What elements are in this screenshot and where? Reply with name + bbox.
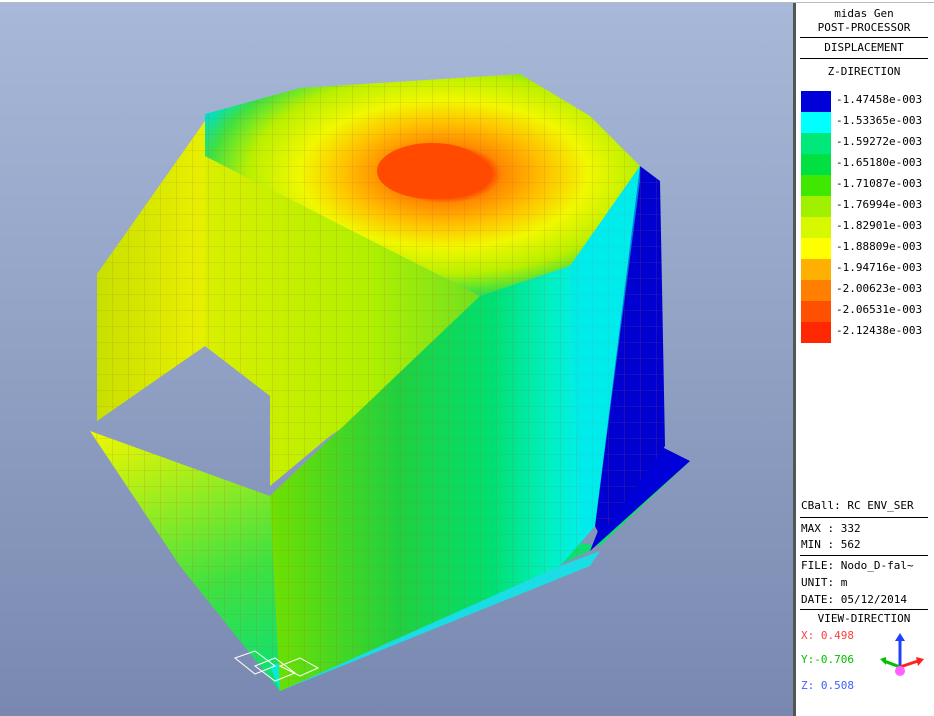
legend-value: -1.88809e-003 — [836, 240, 923, 253]
legend-row: -1.76994e-003 — [800, 196, 932, 217]
legend-swatch — [801, 91, 831, 112]
max-label: MAX : 332 — [801, 522, 861, 535]
legend-row: -1.53365e-003 — [800, 112, 932, 133]
legend-value: -1.76994e-003 — [836, 198, 923, 211]
divider — [800, 58, 928, 59]
divider — [800, 517, 928, 518]
legend-swatch — [801, 217, 831, 238]
legend-swatch — [801, 196, 831, 217]
unit-label: UNIT: m — [801, 576, 848, 589]
legend-swatch — [801, 280, 831, 301]
app-name: midas Gen — [834, 7, 894, 20]
legend-value: -1.94716e-003 — [836, 261, 923, 274]
legend-row: -1.82901e-003 — [800, 217, 932, 238]
legend-panel: midas Gen POST-PROCESSOR DISPLACEMENT Z-… — [796, 3, 934, 716]
legend-row: -2.06531e-003 — [800, 301, 932, 322]
legend-value: -1.59272e-003 — [836, 135, 923, 148]
fe-model-contour — [90, 74, 690, 691]
legend-value: -2.00623e-003 — [836, 282, 923, 295]
min-label: MIN : 562 — [801, 538, 861, 551]
axis-triad-icon[interactable] — [878, 633, 928, 681]
legend-value: -1.71087e-003 — [836, 177, 923, 190]
legend-swatch — [801, 259, 831, 280]
view-y-value: Y:-0.706 — [801, 653, 854, 666]
legend-row: -1.65180e-003 — [800, 154, 932, 175]
legend-value: -1.47458e-003 — [836, 93, 923, 106]
result-type: DISPLACEMENT — [824, 41, 904, 54]
cball-label: CBall: RC ENV_SER — [801, 499, 914, 512]
legend-row: -2.00623e-003 — [800, 280, 932, 301]
legend-value: -1.65180e-003 — [836, 156, 923, 169]
legend-row: -1.47458e-003 — [800, 91, 932, 112]
legend-row: -1.88809e-003 — [800, 238, 932, 259]
file-label: FILE: Nodo_D-fal~ — [801, 559, 914, 572]
legend-value: -1.53365e-003 — [836, 114, 923, 127]
legend-value: -2.06531e-003 — [836, 303, 923, 316]
legend-row: -2.12438e-003 — [800, 322, 932, 343]
legend-swatch — [801, 175, 831, 196]
app-window: midas Gen POST-PROCESSOR DISPLACEMENT Z-… — [0, 0, 934, 716]
legend-swatch — [801, 322, 831, 343]
legend-swatch — [801, 154, 831, 175]
view-direction-title: VIEW-DIRECTION — [817, 612, 911, 625]
legend-row: -1.94716e-003 — [800, 259, 932, 280]
model-viewport[interactable] — [0, 3, 793, 716]
mode-label: POST-PROCESSOR — [817, 21, 911, 34]
view-x-value: X: 0.498 — [801, 629, 854, 642]
divider — [800, 609, 928, 610]
legend-swatch — [801, 112, 831, 133]
divider — [800, 37, 928, 38]
legend-value: -1.82901e-003 — [836, 219, 923, 232]
date-label: DATE: 05/12/2014 — [801, 593, 907, 606]
legend-swatch — [801, 238, 831, 259]
legend-row: -1.59272e-003 — [800, 133, 932, 154]
legend-swatch — [801, 133, 831, 154]
divider — [800, 555, 928, 556]
legend-swatch — [801, 301, 831, 322]
legend-value: -2.12438e-003 — [836, 324, 923, 337]
view-z-value: Z: 0.508 — [801, 679, 854, 692]
legend-row: -1.71087e-003 — [800, 175, 932, 196]
result-component: Z-DIRECTION — [827, 65, 901, 78]
